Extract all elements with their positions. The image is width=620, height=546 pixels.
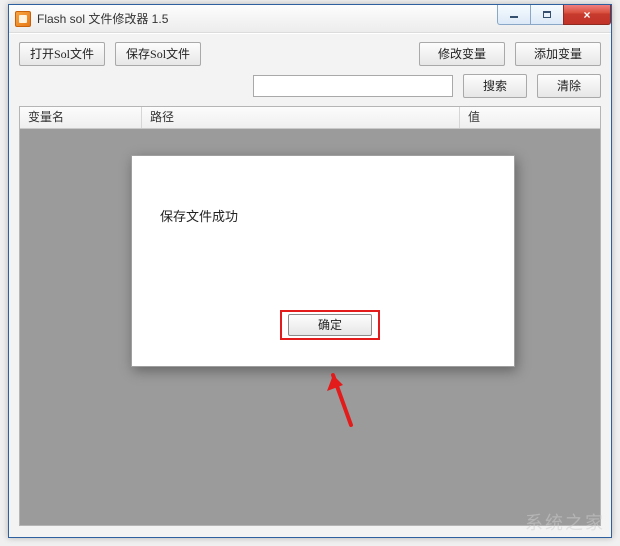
dialog-ok-highlight: 确定 — [280, 310, 380, 340]
column-header-path[interactable]: 路径 — [142, 107, 460, 128]
maximize-button[interactable] — [530, 5, 564, 25]
add-variable-button[interactable]: 添加变量 — [515, 42, 601, 66]
title-bar[interactable]: Flash sol 文件修改器 1.5 × — [9, 5, 611, 33]
column-header-name[interactable]: 变量名 — [20, 107, 142, 128]
column-header-value[interactable]: 值 — [460, 107, 600, 128]
search-button[interactable]: 搜索 — [463, 74, 527, 98]
app-window: Flash sol 文件修改器 1.5 × 打开Sol文件 保存Sol文件 修改… — [8, 4, 612, 538]
clear-button[interactable]: 清除 — [537, 74, 601, 98]
main-toolbar: 打开Sol文件 保存Sol文件 修改变量 添加变量 — [9, 34, 611, 70]
window-controls: × — [498, 5, 611, 25]
minimize-button[interactable] — [497, 5, 531, 25]
app-icon — [15, 11, 31, 27]
open-sol-button[interactable]: 打开Sol文件 — [19, 42, 105, 66]
save-success-dialog: 保存文件成功 确定 — [131, 155, 515, 367]
list-header: 变量名 路径 值 — [20, 107, 600, 129]
window-title: Flash sol 文件修改器 1.5 — [37, 10, 168, 27]
save-sol-button[interactable]: 保存Sol文件 — [115, 42, 201, 66]
dialog-message: 保存文件成功 — [160, 206, 238, 225]
search-input[interactable] — [253, 75, 453, 97]
dialog-ok-button[interactable]: 确定 — [288, 314, 372, 336]
close-button[interactable]: × — [563, 5, 611, 25]
watermark-text: 系统之家 — [525, 509, 605, 535]
search-toolbar: 搜索 清除 — [9, 70, 611, 106]
modify-variable-button[interactable]: 修改变量 — [419, 42, 505, 66]
